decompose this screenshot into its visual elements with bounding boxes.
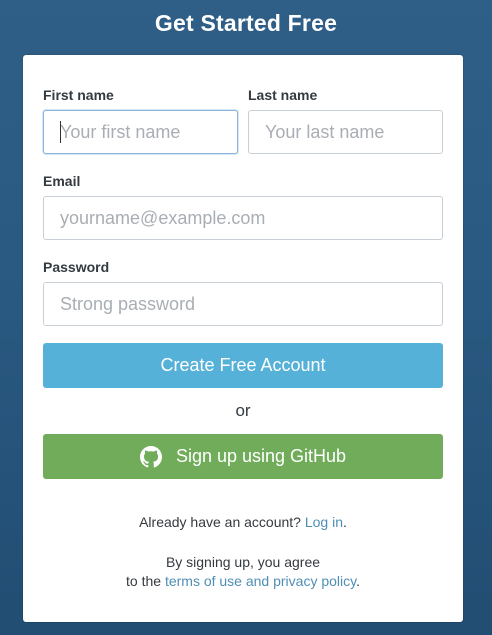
terms-line-1: By signing up, you agree	[165, 554, 321, 570]
first-name-input[interactable]	[43, 110, 238, 154]
login-link[interactable]: Log in	[305, 514, 343, 530]
password-input[interactable]	[43, 282, 443, 326]
first-name-wrapper	[43, 110, 238, 154]
first-name-label: First name	[43, 87, 114, 103]
last-name-label: Last name	[248, 87, 318, 103]
terms-link[interactable]: terms of use and privacy policy	[165, 573, 356, 589]
terms-suffix: .	[356, 573, 360, 589]
login-suffix: .	[343, 514, 347, 530]
password-label: Password	[43, 259, 110, 275]
create-account-label: Create Free Account	[160, 355, 326, 375]
github-signup-label: Sign up using GitHub	[175, 446, 347, 466]
github-signup-button[interactable]: Sign up using GitHub	[43, 434, 443, 479]
last-name-input[interactable]	[248, 110, 443, 154]
text-cursor	[60, 121, 61, 143]
login-prompt-text: Already have an account?	[139, 514, 301, 530]
terms-line-2: to the terms of use and privacy policy.	[23, 571, 463, 591]
signup-card: First name Last name Email Password Crea…	[23, 55, 463, 622]
create-account-button[interactable]: Create Free Account	[43, 343, 443, 388]
or-separator: or	[235, 401, 251, 420]
page-title: Get Started Free	[154, 10, 338, 36]
github-icon	[139, 445, 162, 467]
email-label: Email	[43, 173, 81, 189]
login-prompt: Already have an account? Log in.	[23, 512, 463, 532]
email-input[interactable]	[43, 196, 443, 240]
terms-prefix: to the	[126, 573, 162, 589]
